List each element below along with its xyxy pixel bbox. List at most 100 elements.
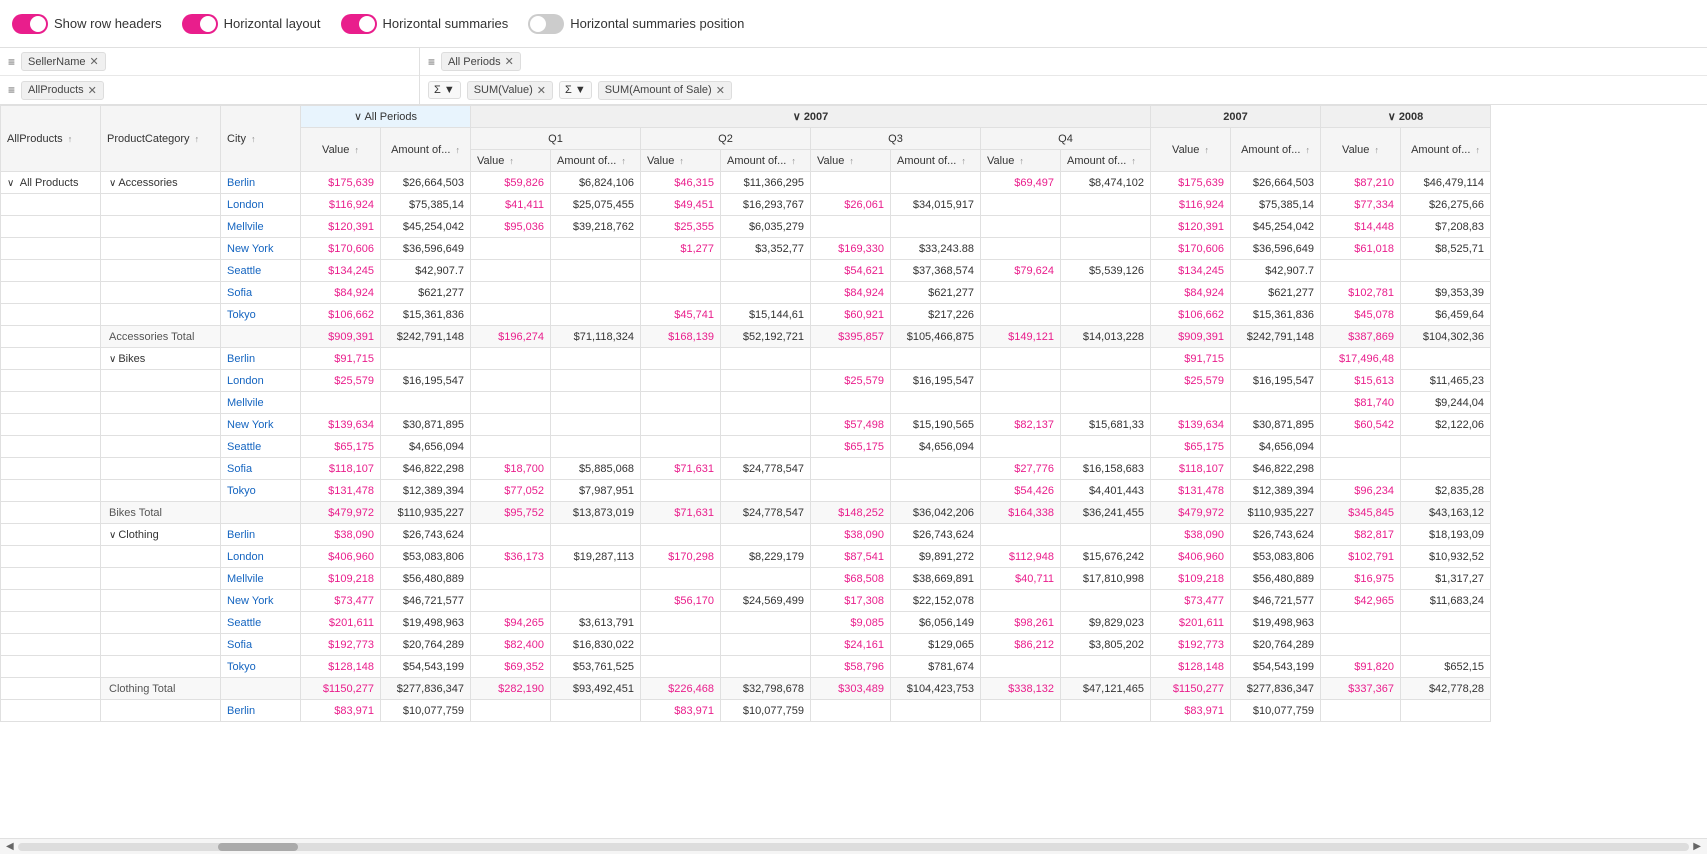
col-city-cell: Berlin [221,524,301,546]
sum-value-label: SUM(Value) [474,84,533,96]
table-row: London$116,924$75,385,14$41,411$25,075,4… [1,194,1491,216]
col-city-cell: New York [221,414,301,436]
show-row-headers-label: Show row headers [54,16,162,31]
collapse-2007[interactable]: ∨ [793,111,804,123]
filter-line-periods: ≡ All Periods ✕ [420,48,1707,76]
col-category-cell [101,700,221,722]
col-category-cell: Accessories Total [101,326,221,348]
table-row: London$25,579$16,195,547$25,579$16,195,5… [1,370,1491,392]
col-allproducts-cell [1,546,101,568]
col-value-y8q1: Value ↑ [1321,128,1401,172]
col-allproducts-cell [1,590,101,612]
col-city-cell: Mellvile [221,568,301,590]
filter-icon-seller: ≡ [8,55,15,69]
collapse-subcat-icon[interactable]: ∨ [109,354,116,365]
filter-icon-products: ≡ [8,83,15,97]
table-row: ∨ClothingBerlin$38,090$26,743,624$38,090… [1,524,1491,546]
col-category-cell [101,546,221,568]
pivot-container: AllProducts ↑ ProductCategory ↑ City ↑ ∨… [0,105,1707,854]
table-row: Sofia$192,773$20,764,289$82,400$16,830,0… [1,634,1491,656]
periods-tag-label: All Periods [448,56,501,68]
seller-filter-tag[interactable]: SellerName ✕ [21,52,106,71]
collapse-allperiods[interactable]: ∨ [354,111,365,123]
scrollbar-track[interactable] [18,843,1690,851]
table-row: Accessories Total$909,391$242,791,148$19… [1,326,1491,348]
sum-value-close[interactable]: ✕ [537,84,546,97]
col-city-cell [221,326,301,348]
col-category-cell [101,370,221,392]
col-q4a: Amount of... ↑ [1061,150,1151,172]
products-filter-tag[interactable]: AllProducts ✕ [21,81,104,100]
col-city-cell: New York [221,590,301,612]
sum-value-tag[interactable]: SUM(Value) ✕ [467,81,553,100]
header-q1: Q1 [471,128,641,150]
col-allproducts: AllProducts ↑ [1,106,101,172]
header-allperiods: ∨ All Periods [301,106,471,128]
sort-productcategory[interactable]: ↑ [195,134,200,144]
sort-allproducts[interactable]: ↑ [68,134,73,144]
show-row-headers-toggle[interactable] [12,14,48,34]
col-q2v: Value ↑ [641,150,721,172]
col-city-cell: Seattle [221,436,301,458]
col-city-cell: Tokyo [221,656,301,678]
horizontal-summaries-toggle[interactable] [341,14,377,34]
col-allproducts-cell [1,524,101,546]
periods-tag-close[interactable]: ✕ [505,55,514,68]
col-category-cell [101,304,221,326]
col-category-cell [101,590,221,612]
header-q4: Q4 [981,128,1151,150]
seller-tag-close[interactable]: ✕ [89,55,98,68]
header-2007: ∨ 2007 [471,106,1151,128]
table-row: Mellvile$109,218$56,480,889$68,508$38,66… [1,568,1491,590]
col-allproducts-cell [1,282,101,304]
col-allproducts-cell [1,414,101,436]
collapse-subcat-icon[interactable]: ∨ [109,530,116,541]
collapse-2008[interactable]: ∨ [1388,111,1399,123]
sort-city[interactable]: ↑ [251,134,256,144]
horizontal-summaries-position-toggle[interactable] [528,14,564,34]
header-q2: Q2 [641,128,811,150]
pivot-table: AllProducts ↑ ProductCategory ↑ City ↑ ∨… [0,105,1491,722]
sum-value-btn[interactable]: Σ ▼ [428,81,461,99]
sum-amount-close[interactable]: ✕ [716,84,725,97]
col-category-cell [101,612,221,634]
col-allproducts-cell [1,656,101,678]
col-allproducts-cell [1,458,101,480]
col-allproducts-cell [1,348,101,370]
horizontal-layout-toggle[interactable] [182,14,218,34]
col-allproducts-cell [1,502,101,524]
col-allproducts-cell [1,370,101,392]
col-q3v: Value ↑ [811,150,891,172]
periods-filter-tag[interactable]: All Periods ✕ [441,52,521,71]
scrollbar-area[interactable]: ◀ ▶ [0,838,1707,854]
col-category-cell [101,480,221,502]
col-allproducts-cell [1,568,101,590]
col-allproducts-cell [1,480,101,502]
scroll-right-btn[interactable]: ▶ [1693,841,1701,852]
table-row: Clothing Total$1150,277$277,836,347$282,… [1,678,1491,700]
scroll-left-btn[interactable]: ◀ [6,841,14,852]
col-city-cell: Mellvile [221,216,301,238]
table-row: Tokyo$106,662$15,361,836$45,741$15,144,6… [1,304,1491,326]
table-row: New York$139,634$30,871,895$57,498$15,19… [1,414,1491,436]
horizontal-summaries-toggle-group: Horizontal summaries [341,14,509,34]
sigma-arrow-2: ▼ [575,84,586,96]
col-category-cell [101,634,221,656]
col-allproducts-cell [1,304,101,326]
collapse-allproducts-icon[interactable]: ∨ [7,178,14,189]
col-amount-ap: Amount of... ↑ [381,128,471,172]
table-row: Mellvile$81,740$9,244,04 [1,392,1491,414]
table-row: London$406,960$53,083,806$36,173$19,287,… [1,546,1491,568]
sum-amount-tag[interactable]: SUM(Amount of Sale) ✕ [598,81,732,100]
scrollbar-thumb[interactable] [218,843,298,851]
collapse-subcat-icon[interactable]: ∨ [109,178,116,189]
col-category-cell [101,392,221,414]
horizontal-layout-toggle-group: Horizontal layout [182,14,321,34]
products-tag-close[interactable]: ✕ [88,84,97,97]
table-row: New York$170,606$36,596,649$1,277$3,352,… [1,238,1491,260]
col-city-cell: Sofia [221,458,301,480]
table-row: New York$73,477$46,721,577$56,170$24,569… [1,590,1491,612]
col-city-cell: Tokyo [221,304,301,326]
col-category-cell: Clothing Total [101,678,221,700]
sum-amount-btn[interactable]: Σ ▼ [559,81,592,99]
